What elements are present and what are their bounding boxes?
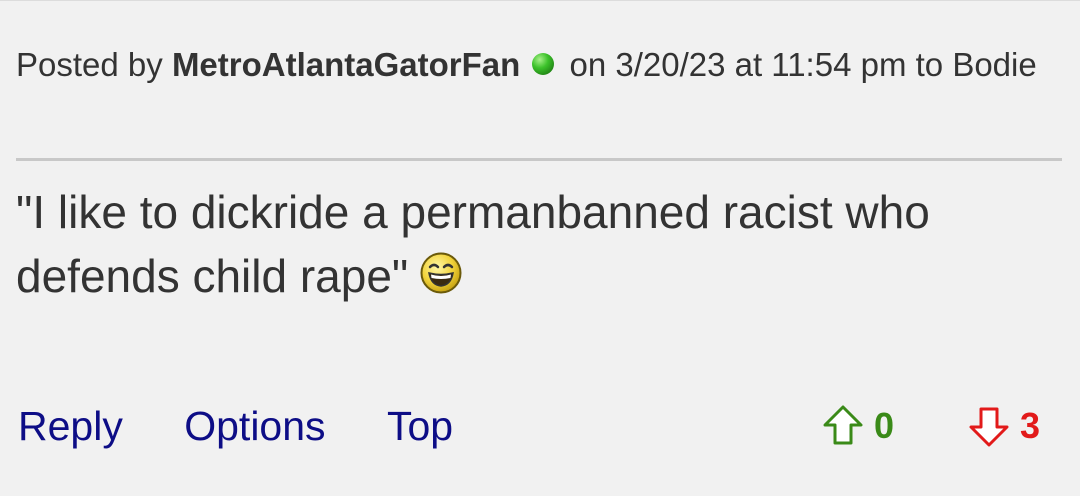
options-link[interactable]: Options bbox=[184, 398, 325, 454]
reply-link[interactable]: Reply bbox=[18, 398, 123, 454]
up-arrow-icon bbox=[823, 405, 863, 445]
post-body-text: "I like to dickride a permanbanned racis… bbox=[16, 186, 930, 302]
post-header: Posted by MetroAtlantaGatorFan on 3/20/2… bbox=[16, 38, 1056, 92]
posted-by-label: Posted by bbox=[16, 46, 163, 83]
post-timestamp: on 3/20/23 at 11:54 pm to bbox=[569, 46, 944, 83]
down-arrow-icon bbox=[969, 407, 1009, 447]
top-border bbox=[0, 0, 1080, 1]
author-link[interactable]: MetroAtlantaGatorFan bbox=[172, 46, 520, 83]
downvote-count: 3 bbox=[1020, 405, 1041, 446]
forum-post: Posted by MetroAtlantaGatorFan on 3/20/2… bbox=[0, 0, 1080, 496]
upvote-count: 0 bbox=[874, 405, 895, 446]
downvote-button[interactable]: 3 bbox=[966, 398, 1040, 454]
post-actions: Reply Options Top bbox=[18, 398, 503, 454]
upvote-button[interactable]: 0 bbox=[820, 398, 894, 454]
post-body: "I like to dickride a permanbanned racis… bbox=[16, 180, 1066, 308]
online-status-icon bbox=[532, 53, 555, 75]
top-link[interactable]: Top bbox=[387, 398, 453, 454]
header-divider bbox=[16, 158, 1062, 161]
reply-to-user[interactable]: Bodie bbox=[952, 46, 1036, 83]
laughing-smiley-icon bbox=[420, 246, 462, 294]
